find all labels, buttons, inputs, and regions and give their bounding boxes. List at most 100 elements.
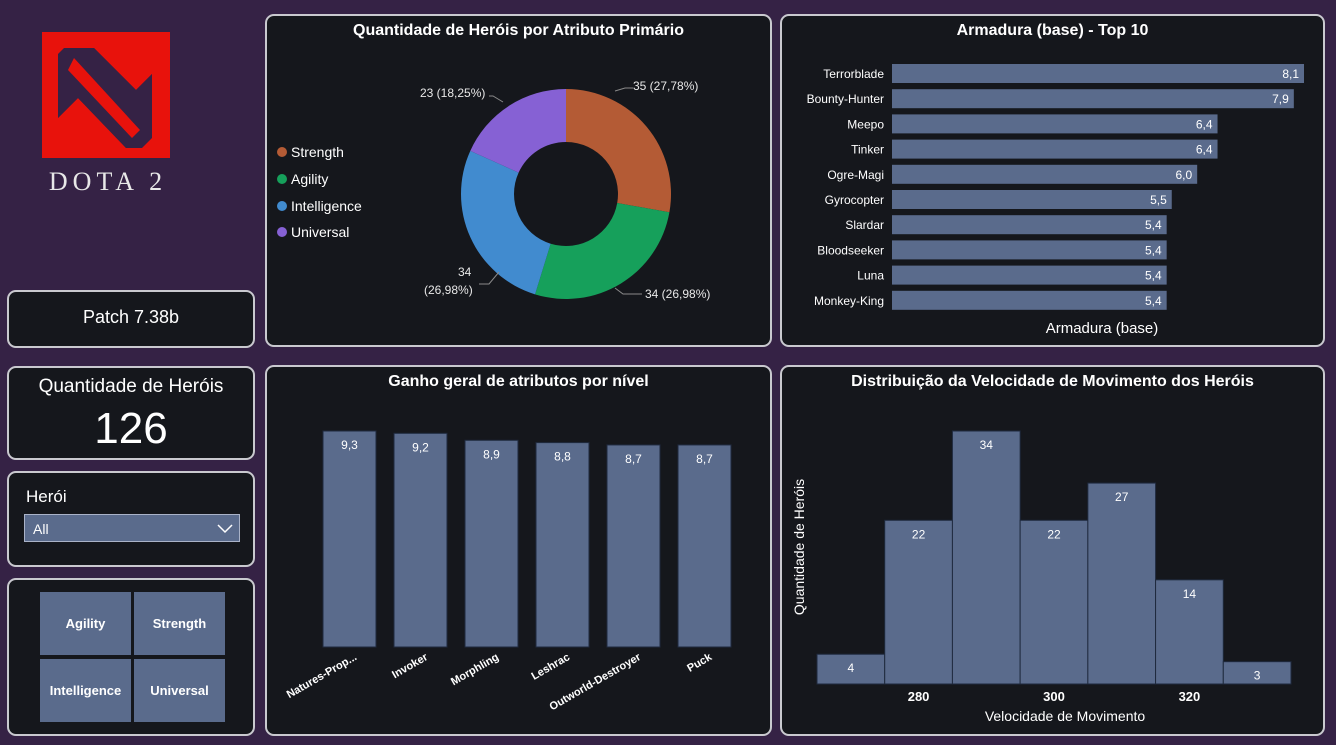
gain-category-label: Puck: [685, 651, 715, 675]
hero-count-card: Quantidade de Heróis 126: [7, 366, 255, 460]
armor-bar: [892, 190, 1172, 209]
donut-slice-agility: [535, 203, 670, 299]
movement-bin-label: 14: [1183, 587, 1197, 601]
armor-bar: [892, 114, 1218, 134]
donut-label-agility: 34 (26,98%): [645, 287, 711, 301]
armor-category-label: Slardar: [845, 218, 884, 232]
gain-bar: [606, 444, 661, 648]
movement-bin-label: 3: [1254, 669, 1261, 683]
donut-leader-line-intelligence: [479, 271, 500, 285]
movement-bin-label: 27: [1115, 490, 1129, 504]
movement-speed-chart-card: Distribuição da Velocidade de Movimento …: [780, 365, 1325, 736]
armor-value-label: 6,4: [1196, 117, 1213, 131]
armor-bar: [892, 265, 1167, 285]
dota2-logo-icon: [42, 32, 170, 158]
movement-x-tick-label: 320: [1179, 689, 1201, 704]
gain-bar: [393, 432, 448, 648]
movement-histogram: 4 22 34 22 27 14 3 280 300 320 Velocidade de Movim…: [791, 430, 1292, 724]
movement-bin-bar: [884, 519, 953, 685]
armor-bar: [892, 290, 1167, 310]
armor-category-label: Ogre-Magi: [827, 168, 884, 182]
armor-value-label: 7,9: [1272, 92, 1289, 106]
armor-category-label: Gyrocopter: [825, 193, 884, 207]
movement-y-axis-title: Quantidade de Heróis: [791, 479, 807, 615]
armor-x-axis-title: Armadura (base): [1046, 320, 1159, 337]
armor-value-label: 6,4: [1196, 143, 1213, 157]
donut-label-intelligence-count: 34: [458, 265, 472, 279]
donut-leader-line-agility: [614, 287, 642, 295]
hero-filter-label: Herói: [26, 487, 67, 506]
armor-bar: [892, 64, 1304, 83]
movement-x-tick-label: 280: [908, 689, 930, 704]
armor-value-label: 5,4: [1145, 269, 1162, 283]
movement-bin-label: 22: [912, 527, 926, 541]
gain-value-label: 8,8: [554, 450, 571, 464]
armor-value-label: 5,4: [1145, 218, 1162, 232]
donut-slice-strength: [566, 89, 671, 213]
gain-bar: [322, 430, 377, 648]
donut-label-strength: 35 (27,78%): [633, 79, 699, 93]
gain-value-label: 9,2: [412, 440, 429, 454]
gain-category-label: Leshrac: [529, 651, 572, 682]
armor-value-label: 5,5: [1150, 193, 1167, 207]
movement-bin-label: 4: [848, 661, 855, 675]
patch-label: Patch 7.38b: [82, 307, 180, 327]
chevron-down-icon: [217, 524, 233, 534]
donut-leader-line-strength: [614, 87, 633, 92]
armor-value-label: 8,1: [1282, 67, 1299, 81]
movement-bin-label: 22: [1047, 527, 1061, 541]
movement-bin-bar: [1087, 482, 1157, 685]
donut-label-intelligence-pct: (26,98%): [424, 283, 473, 297]
movement-x-tick-label: 300: [1043, 689, 1065, 704]
donut-leader-line-universal: [489, 95, 504, 103]
armor-bar-chart: Terrorblade 8,1 Bounty-Hunter 7,9 Meepo 6,4 Ti…: [807, 64, 1304, 337]
attribute-button-intelligence[interactable]: Intelligence: [40, 659, 131, 722]
attribute-button-strength[interactable]: Strength: [134, 592, 225, 655]
gain-value-label: 9,3: [341, 438, 358, 452]
hero-filter-dropdown[interactable]: All: [24, 514, 240, 542]
gain-category-label: Invoker: [390, 651, 431, 681]
armor-bar: [892, 139, 1218, 159]
armor-value-label: 6,0: [1175, 168, 1192, 182]
gain-bar-chart: 9,3 Natures-Prop... 9,2 Invoker 8,9 Morphling…: [285, 430, 732, 713]
hero-filter-value: All: [33, 521, 49, 537]
movement-bin-bar: [1019, 519, 1089, 685]
donut-slice-intelligence: [460, 150, 551, 295]
dota2-logo-text: DOTA 2: [48, 167, 168, 196]
attribute-slicer-card: Agility Strength Intelligence Universal: [7, 578, 255, 736]
attribute-button-universal[interactable]: Universal: [134, 659, 225, 722]
armor-value-label: 5,4: [1145, 294, 1162, 308]
gain-value-label: 8,7: [625, 452, 642, 466]
armor-category-label: Terrorblade: [823, 67, 884, 81]
armor-bar: [892, 89, 1294, 109]
movement-bin-label: 34: [980, 438, 994, 452]
armor-value-label: 5,4: [1145, 243, 1162, 257]
hero-count-value: 126: [94, 404, 168, 453]
gain-value-label: 8,7: [696, 452, 713, 466]
donut-label-universal: 23 (18,25%): [420, 86, 486, 100]
attribute-donut-chart-card: Quantidade de Heróis por Atributo Primár…: [265, 14, 772, 347]
gain-category-label: Natures-Prop...: [285, 651, 359, 701]
gain-bar: [535, 442, 590, 648]
armor-category-label: Luna: [857, 269, 884, 283]
armor-category-label: Monkey-King: [814, 294, 884, 308]
gain-bar: [464, 439, 519, 648]
armor-category-label: Meepo: [847, 117, 884, 131]
armor-bar: [892, 240, 1167, 260]
gain-value-label: 8,9: [483, 447, 500, 461]
armor-bar: [892, 164, 1198, 184]
attribute-gain-chart-card: Ganho geral de atributos por nível 9,3 Na…: [265, 365, 772, 736]
armor-category-label: Bloodseeker: [817, 243, 884, 257]
movement-bin-bar: [951, 430, 1021, 685]
patch-card: Patch 7.38b: [7, 290, 255, 348]
gain-category-label: Morphling: [449, 651, 501, 688]
hero-count-label: Quantidade de Heróis: [38, 376, 224, 397]
armor-category-label: Bounty-Hunter: [807, 92, 884, 106]
gain-bar: [677, 444, 732, 648]
armor-category-label: Tinker: [851, 143, 884, 157]
hero-filter-card: Herói All: [7, 471, 255, 567]
movement-x-axis-title: Velocidade de Movimento: [985, 708, 1146, 724]
armor-bar: [892, 215, 1167, 235]
armor-top10-chart-card: Armadura (base) - Top 10 Terrorblade 8,1 B…: [780, 14, 1325, 347]
attribute-button-agility[interactable]: Agility: [40, 592, 131, 655]
